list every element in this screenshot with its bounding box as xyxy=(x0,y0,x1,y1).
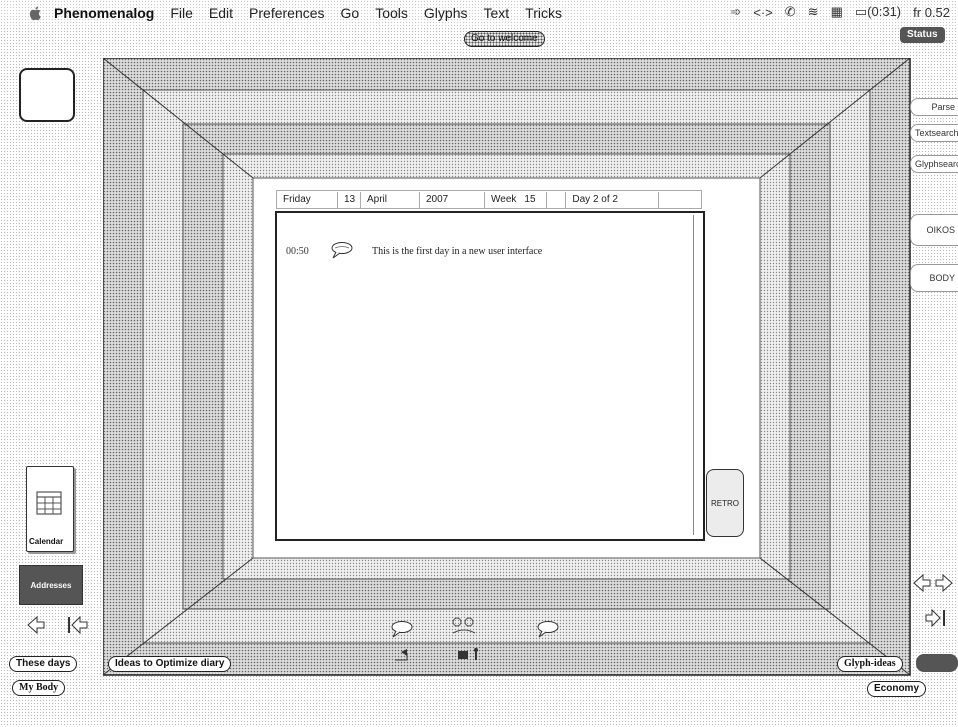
glyph-figure-icon[interactable] xyxy=(450,615,478,639)
back-to-start-arrow-icon[interactable] xyxy=(66,614,90,636)
week-label: Week xyxy=(491,193,517,205)
textsearch-tab[interactable]: Textsearch xyxy=(910,124,958,142)
forward-to-end-arrow-icon[interactable] xyxy=(924,607,948,629)
month-field[interactable]: April xyxy=(361,191,420,208)
date-bar: Friday 13 April 2007 Week 15 Day 2 of 2 xyxy=(276,190,702,209)
weekday-field[interactable]: Friday xyxy=(277,191,338,208)
menu-glyphs[interactable]: Glyphs xyxy=(424,5,468,21)
parse-tab[interactable]: Parse xyxy=(910,98,958,116)
day-field[interactable]: 13 xyxy=(338,191,361,208)
battery-time: (0:31) xyxy=(867,4,902,19)
entry-text[interactable]: This is the first day in a new user inte… xyxy=(372,246,542,257)
speech-bubble-icon[interactable] xyxy=(390,620,414,638)
my-body-button[interactable]: My Body xyxy=(12,680,66,696)
back-arrow-right-icon[interactable] xyxy=(912,572,932,594)
battery-icon: ▭ xyxy=(854,4,868,19)
go-to-welcome-button[interactable]: Go to welcome xyxy=(464,31,545,47)
menu-tricks[interactable]: Tricks xyxy=(525,5,562,21)
menu-file[interactable]: File xyxy=(170,5,193,21)
menu-edit[interactable]: Edit xyxy=(209,5,233,21)
apple-icon[interactable] xyxy=(28,5,44,21)
menu-text[interactable]: Text xyxy=(483,5,509,21)
blank-photo-box[interactable] xyxy=(19,68,75,122)
glyphsearch-tab[interactable]: Glyphsearch xyxy=(910,155,958,173)
diary-scrollbar[interactable] xyxy=(693,215,700,535)
menu-preferences[interactable]: Preferences xyxy=(249,5,324,21)
day-of-field: Day 2 of 2 xyxy=(565,191,660,208)
camera-mic-icon[interactable] xyxy=(456,646,484,664)
menu-status-area: ➾ <·> ✆ ≋ ▦ ▭(0:31) fr 0.52 xyxy=(730,4,950,20)
menu-tools[interactable]: Tools xyxy=(375,5,408,21)
code-icon[interactable]: <·> xyxy=(753,5,773,20)
ideas-to-optimize-diary-button[interactable]: Ideas to Optimize diary xyxy=(108,656,232,672)
app-menu[interactable]: Phenomenalog xyxy=(54,5,154,21)
battery-status[interactable]: ▭(0:31) xyxy=(855,4,901,20)
phone-icon[interactable]: ✆ xyxy=(785,4,796,20)
oikos-tab[interactable]: OIKOS xyxy=(910,214,958,246)
export-icon[interactable] xyxy=(393,648,413,664)
forward-arrow-icon[interactable] xyxy=(934,572,958,594)
calendar-button[interactable]: Calendar xyxy=(26,466,74,552)
year-field[interactable]: 2007 xyxy=(420,191,485,208)
dark-pill-button[interactable] xyxy=(916,654,958,672)
entry-time: 00:50 xyxy=(286,246,309,257)
retro-button[interactable]: RETRO xyxy=(706,469,744,537)
week-field[interactable]: 15 xyxy=(518,191,548,208)
glyph-ideas-button[interactable]: Glyph-ideas xyxy=(837,656,903,672)
calendar-label: Calendar xyxy=(29,537,64,546)
status-button[interactable]: Status xyxy=(900,27,945,43)
these-days-button[interactable]: These days xyxy=(9,656,78,672)
sync-icon[interactable]: ➾ xyxy=(730,4,741,20)
economy-button[interactable]: Economy xyxy=(867,681,927,697)
addresses-button[interactable]: Addresses xyxy=(19,565,83,605)
input-flag[interactable]: fr 0.52 xyxy=(913,5,950,20)
body-tab[interactable]: BODY xyxy=(910,264,958,292)
diary-entry-area[interactable]: 00:50 This is the first day in a new use… xyxy=(275,211,705,541)
grid-icon[interactable]: ▦ xyxy=(831,4,843,20)
speech-bubble-icon[interactable] xyxy=(536,620,560,638)
back-arrow-icon[interactable] xyxy=(26,614,46,636)
calendar-icon xyxy=(36,491,62,515)
menu-bar: Phenomenalog File Edit Preferences Go To… xyxy=(0,0,958,26)
wifi-icon[interactable]: ≋ xyxy=(808,4,819,20)
menu-go[interactable]: Go xyxy=(341,5,360,21)
speech-bubble-icon[interactable] xyxy=(330,241,354,259)
